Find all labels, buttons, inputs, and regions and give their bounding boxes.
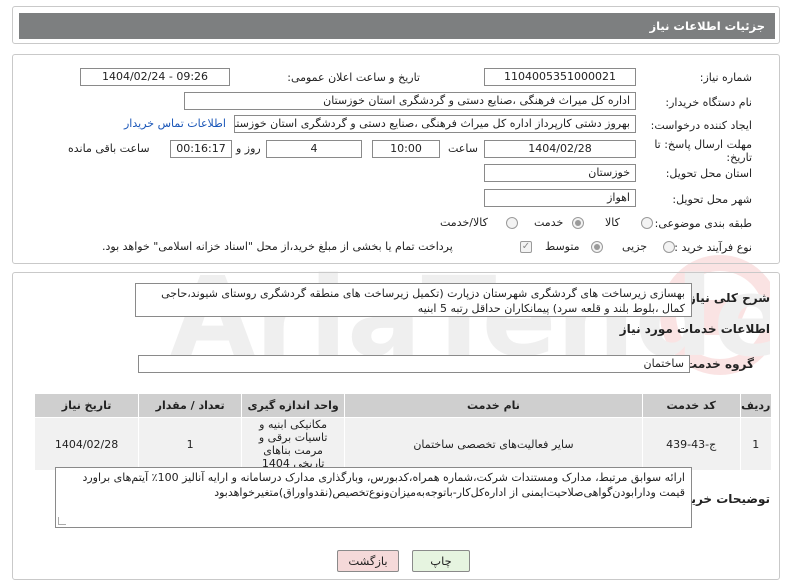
row-qty: 1 (138, 417, 243, 471)
table-row[interactable]: 1 ج-43-439 سایر فعالیت‌های تخصصی ساختمان… (33, 417, 773, 471)
city-label: شهر محل تحویل: (672, 193, 752, 206)
buyer-notes-textarea[interactable]: ارائه سوابق مرتبط، مدارک ومستندات شرکت،ش… (55, 467, 692, 528)
col-qty-header: تعداد / مقدار (138, 393, 243, 418)
announce-datetime-field[interactable]: 1404/02/24 - 09:26 (80, 68, 230, 86)
creator-label: ایجاد کننده درخواست: (650, 119, 752, 132)
col-unit-header: واحد اندازه گیری (241, 393, 346, 418)
summary-text: بهسازی زیرساخت های گردشگری شهرستان دزپار… (161, 287, 685, 315)
process-label: نوع فرآیند خرید : (674, 241, 752, 254)
category-goods-service-label: کالا/خدمت (440, 216, 488, 229)
category-label: طبقه بندی موضوعی: (654, 217, 752, 230)
days-label: روز و (236, 142, 261, 155)
service-group-label: گروه خدمت: (680, 357, 754, 371)
buyer-org-field[interactable]: اداره کل میراث فرهنگی ،صنایع دستی و گردش… (184, 92, 636, 110)
col-code-header: کد خدمت (641, 393, 741, 418)
page-title: جزئیات اطلاعات نیاز (19, 13, 775, 39)
remaining-time-field[interactable]: 00:16:17 (170, 140, 232, 158)
service-group-field[interactable]: ساختمان (138, 355, 690, 373)
deadline-date-field[interactable]: 1404/02/28 (484, 140, 636, 158)
print-button[interactable]: چاپ (412, 550, 470, 572)
announce-label: تاریخ و ساعت اعلان عمومی: (287, 71, 420, 84)
summary-label: شرح کلی نیاز: (684, 291, 770, 305)
buyer-org-label: نام دستگاه خریدار: (665, 96, 752, 109)
row-code: ج-43-439 (641, 417, 741, 471)
category-service-label: خدمت (534, 216, 564, 229)
need-number-label: شماره نیاز: (699, 71, 752, 84)
category-service-radio[interactable] (572, 217, 584, 229)
category-goods-service-radio[interactable] (506, 217, 518, 229)
province-field[interactable]: خوزستان (484, 164, 636, 182)
process-minor-label: جزیی (622, 240, 648, 253)
row-date: 1404/02/28 (33, 417, 140, 471)
row-unit: مکانیکی ابنیه و تاسیات برقی و مرمت بناها… (241, 417, 346, 471)
process-medium-radio[interactable] (591, 241, 603, 253)
process-minor-radio[interactable] (663, 241, 675, 253)
resize-handle-icon[interactable] (58, 517, 66, 525)
row-index: 1 (739, 417, 773, 471)
remaining-label: ساعت باقی مانده (68, 142, 150, 155)
header-panel: جزئیات اطلاعات نیاز (12, 6, 780, 44)
col-name-header: نام خدمت (344, 393, 643, 418)
services-section-title: اطلاعات خدمات مورد نیاز (619, 322, 770, 336)
category-goods-radio[interactable] (641, 217, 653, 229)
payment-note: پرداخت تمام یا بخشی از مبلغ خرید،از محل … (102, 240, 453, 253)
process-medium-label: متوسط (545, 240, 580, 253)
row-service-name: سایر فعالیت‌های تخصصی ساختمان (344, 417, 643, 471)
deadline-label: مهلت ارسال پاسخ: تا تاریخ: (654, 138, 752, 164)
back-button[interactable]: بازگشت (337, 550, 399, 572)
category-goods-label: کالا (605, 216, 620, 229)
days-field[interactable]: 4 (266, 140, 362, 158)
table-header-row: ردیف کد خدمت نام خدمت واحد اندازه گیری ت… (33, 393, 773, 418)
contact-info-link[interactable]: اطلاعات تماس خریدار (124, 117, 226, 130)
buyer-notes-text: ارائه سوابق مرتبط، مدارک ومستندات شرکت،ش… (82, 471, 685, 499)
services-table: ردیف کد خدمت نام خدمت واحد اندازه گیری ت… (33, 393, 773, 471)
province-label: استان محل تحویل: (665, 167, 752, 180)
col-index-header: ردیف (739, 393, 773, 418)
city-field[interactable]: اهواز (484, 189, 636, 207)
summary-textarea[interactable]: بهسازی زیرساخت های گردشگری شهرستان دزپار… (135, 283, 692, 317)
treasury-checkbox[interactable]: ✓ (520, 241, 532, 253)
col-date-header: تاریخ نیاز (33, 393, 140, 418)
need-number-field[interactable]: 1104005351000021 (484, 68, 636, 86)
deadline-time-label: ساعت (448, 142, 478, 155)
deadline-time-field[interactable]: 10:00 (372, 140, 440, 158)
creator-field[interactable]: بهروز دشتی کارپرداز اداره کل میراث فرهنگ… (234, 115, 636, 133)
